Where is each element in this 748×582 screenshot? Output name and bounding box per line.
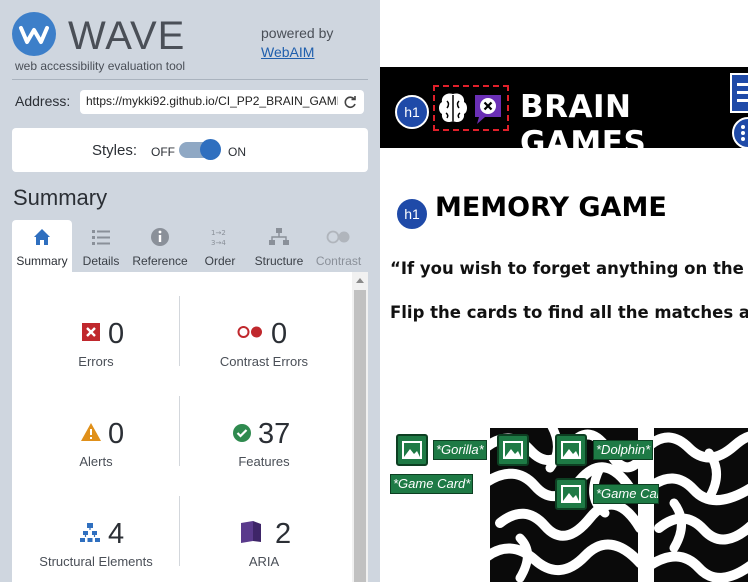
tab-details[interactable]: Details [73, 220, 129, 272]
order-icon: 1→2 3→4 [211, 229, 226, 247]
aria-icon [241, 521, 261, 543]
quote-text: “If you wish to forget anything on the s… [390, 259, 748, 278]
tab-label: Summary [16, 254, 68, 268]
tab-label: Order [204, 254, 236, 268]
wave-tagline: web accessibility evaluation tool [15, 59, 186, 73]
address-input[interactable]: https://mykki92.github.io/CI_PP2_BRAIN_G… [86, 94, 338, 108]
alt-text-image-icon[interactable] [555, 434, 587, 466]
error-icon [82, 323, 100, 341]
site-header: h1 BRAIN GAMES [380, 67, 748, 161]
tab-contrast[interactable]: Contrast [309, 220, 368, 272]
contrast-error-icon [237, 326, 262, 338]
structure-icon [269, 228, 289, 245]
svg-text:3→4: 3→4 [211, 239, 226, 247]
card-pattern [654, 428, 748, 582]
game-card[interactable] [654, 428, 748, 582]
aria-count: 2 [275, 518, 292, 550]
tab-label: Contrast [315, 254, 362, 268]
tab-bar: Summary Details Reference 1→2 3→4 Order [12, 220, 368, 272]
menu-toggle-button[interactable] [730, 73, 748, 113]
tab-label: Reference [132, 254, 188, 268]
structural-count: 4 [108, 518, 125, 550]
feature-icon [233, 424, 251, 442]
webaim-link[interactable]: WebAIM [261, 44, 314, 60]
errors-count: 0 [108, 318, 125, 350]
site-logo[interactable] [433, 85, 509, 131]
reload-icon[interactable] [342, 94, 358, 110]
h1-badge-icon: h1 [395, 95, 429, 129]
summary-heading: Summary [13, 185, 108, 210]
scroll-up-arrow-icon[interactable] [356, 278, 364, 283]
alerts-count: 0 [108, 418, 125, 450]
svg-text:1→2: 1→2 [211, 229, 226, 237]
styles-label: Styles: [92, 142, 138, 159]
toggle-knob[interactable] [200, 139, 221, 160]
wave-sidebar: WAVE web accessibility evaluation tool p… [0, 0, 380, 582]
aria-label: ARIA [248, 554, 280, 569]
alt-text-image-icon[interactable] [555, 478, 587, 510]
page-heading: MEMORY GAME [435, 192, 667, 223]
structure-element-icon [80, 523, 100, 542]
hamburger-icon [737, 83, 748, 102]
list-icon [92, 230, 110, 245]
alt-text-tag: *Dolphin* [593, 440, 654, 460]
wave-header: WAVE web accessibility evaluation tool p… [12, 10, 372, 76]
h1-badge-icon: h1 [395, 197, 429, 231]
wave-logo-icon [12, 12, 56, 56]
address-field[interactable]: https://mykki92.github.io/CI_PP2_BRAIN_G… [80, 90, 364, 114]
contrast-errors-label: Contrast Errors [219, 354, 309, 369]
tab-label: Details [82, 254, 120, 268]
home-icon [34, 229, 50, 245]
wave-logo-text: WAVE [68, 14, 186, 58]
errors-label: Errors [78, 354, 114, 369]
alerts-label: Alerts [79, 454, 113, 469]
features-count: 37 [258, 418, 291, 450]
header-divider [12, 79, 368, 80]
brain-icon [439, 93, 467, 123]
contrast-errors-count: 0 [271, 318, 288, 350]
tab-reference[interactable]: Reference [129, 220, 191, 272]
styles-off-label: OFF [151, 145, 175, 159]
info-icon [151, 228, 169, 246]
alt-text-image-icon[interactable] [497, 434, 529, 466]
contrast-icon [326, 230, 350, 244]
tab-structure[interactable]: Structure [249, 220, 309, 272]
scroll-thumb[interactable] [354, 290, 366, 582]
speech-bubble-icon [475, 95, 501, 124]
instructions-text: Flip the cards to find all the matches a… [390, 303, 748, 322]
alert-icon [81, 423, 101, 441]
styles-toggle[interactable] [179, 139, 221, 160]
styles-on-label: ON [228, 145, 246, 159]
brand-title: BRAIN GAMES [520, 89, 647, 161]
tab-order[interactable]: 1→2 3→4 Order [191, 220, 249, 272]
address-bar: Address: https://mykki92.github.io/CI_PP… [12, 88, 368, 116]
alt-text-tag: *Game Card* [390, 474, 474, 494]
alt-text-tag: *Gorilla* [433, 440, 487, 460]
tab-label: Structure [254, 254, 304, 268]
address-label: Address: [15, 93, 71, 109]
features-label: Features [238, 454, 290, 469]
tab-summary[interactable]: Summary [12, 220, 72, 272]
styles-toggle-panel: Styles: OFF ON [12, 128, 368, 172]
summary-scrollbar[interactable] [352, 272, 368, 582]
page-preview: h1 BRAIN GAMES h1 MEMORY GAME “If you wi… [380, 0, 748, 582]
alt-text-tag: *Game Card* [593, 484, 659, 504]
powered-by-text: powered by [261, 25, 334, 41]
summary-panel: 0 Errors 0 Contrast Errors 0 Alerts 37 F… [12, 272, 368, 582]
list-badge-icon [732, 117, 748, 149]
structural-label: Structural Elements [39, 554, 153, 569]
alt-text-image-icon[interactable] [396, 434, 428, 466]
